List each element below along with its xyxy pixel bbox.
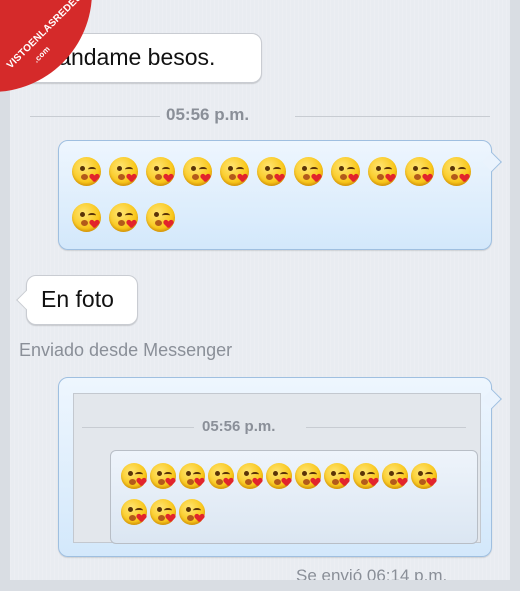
kissing-heart-face-icon	[295, 463, 321, 489]
incoming-message-text-2: En foto	[41, 286, 114, 312]
kissing-heart-face-icon	[411, 463, 437, 489]
timestamp-divider-right	[295, 116, 490, 117]
delivery-status: Se envió 06:14 p.m.	[296, 566, 448, 580]
photo-emoji-row-2	[121, 499, 208, 525]
kissing-heart-face-icon	[208, 463, 234, 489]
kissing-heart-face-icon	[294, 157, 323, 186]
photo-timestamp: 05:56 p.m.	[202, 418, 276, 435]
kissing-heart-face-icon	[109, 157, 138, 186]
kissing-heart-face-icon	[382, 463, 408, 489]
kissing-heart-face-icon	[146, 203, 175, 232]
kissing-heart-face-icon	[368, 157, 397, 186]
kissing-heart-face-icon	[150, 463, 176, 489]
timestamp-divider-left	[30, 116, 160, 117]
embedded-photo[interactable]: 05:56 p.m.	[73, 393, 481, 544]
chat-screen: Mándame besos. 05:56 p.m. En foto Enviad…	[10, 0, 510, 580]
photo-timestamp-divider-right	[306, 427, 466, 428]
kissing-heart-face-icon	[121, 499, 147, 525]
kissing-heart-face-icon	[442, 157, 471, 186]
kissing-heart-face-icon	[179, 499, 205, 525]
kissing-heart-face-icon	[266, 463, 292, 489]
kissing-heart-face-icon	[220, 157, 249, 186]
kissing-heart-face-icon	[405, 157, 434, 186]
sent-from-label: Enviado desde Messenger	[19, 340, 233, 360]
photo-emoji-row-1	[121, 463, 440, 489]
emoji-row-2	[72, 203, 183, 232]
photo-message-bubble[interactable]: 05:56 p.m.	[58, 377, 492, 557]
kissing-heart-face-icon	[121, 463, 147, 489]
kissing-heart-face-icon	[324, 463, 350, 489]
kissing-heart-face-icon	[179, 463, 205, 489]
kissing-heart-face-icon	[109, 203, 138, 232]
kissing-heart-face-icon	[257, 157, 286, 186]
kissing-heart-face-icon	[183, 157, 212, 186]
kissing-heart-face-icon	[331, 157, 360, 186]
kissing-heart-face-icon	[150, 499, 176, 525]
kissing-heart-face-icon	[72, 157, 101, 186]
kissing-heart-face-icon	[146, 157, 175, 186]
kissing-heart-face-icon	[237, 463, 263, 489]
photo-emoji-bubble	[110, 450, 478, 544]
message-timestamp: 05:56 p.m.	[166, 105, 250, 124]
kissing-heart-face-icon	[72, 203, 101, 232]
outgoing-emoji-bubble[interactable]	[58, 140, 492, 250]
photo-timestamp-divider-left	[82, 427, 194, 428]
emoji-row-1	[72, 157, 479, 186]
kissing-heart-face-icon	[353, 463, 379, 489]
incoming-message-bubble-2[interactable]: En foto	[26, 275, 138, 325]
